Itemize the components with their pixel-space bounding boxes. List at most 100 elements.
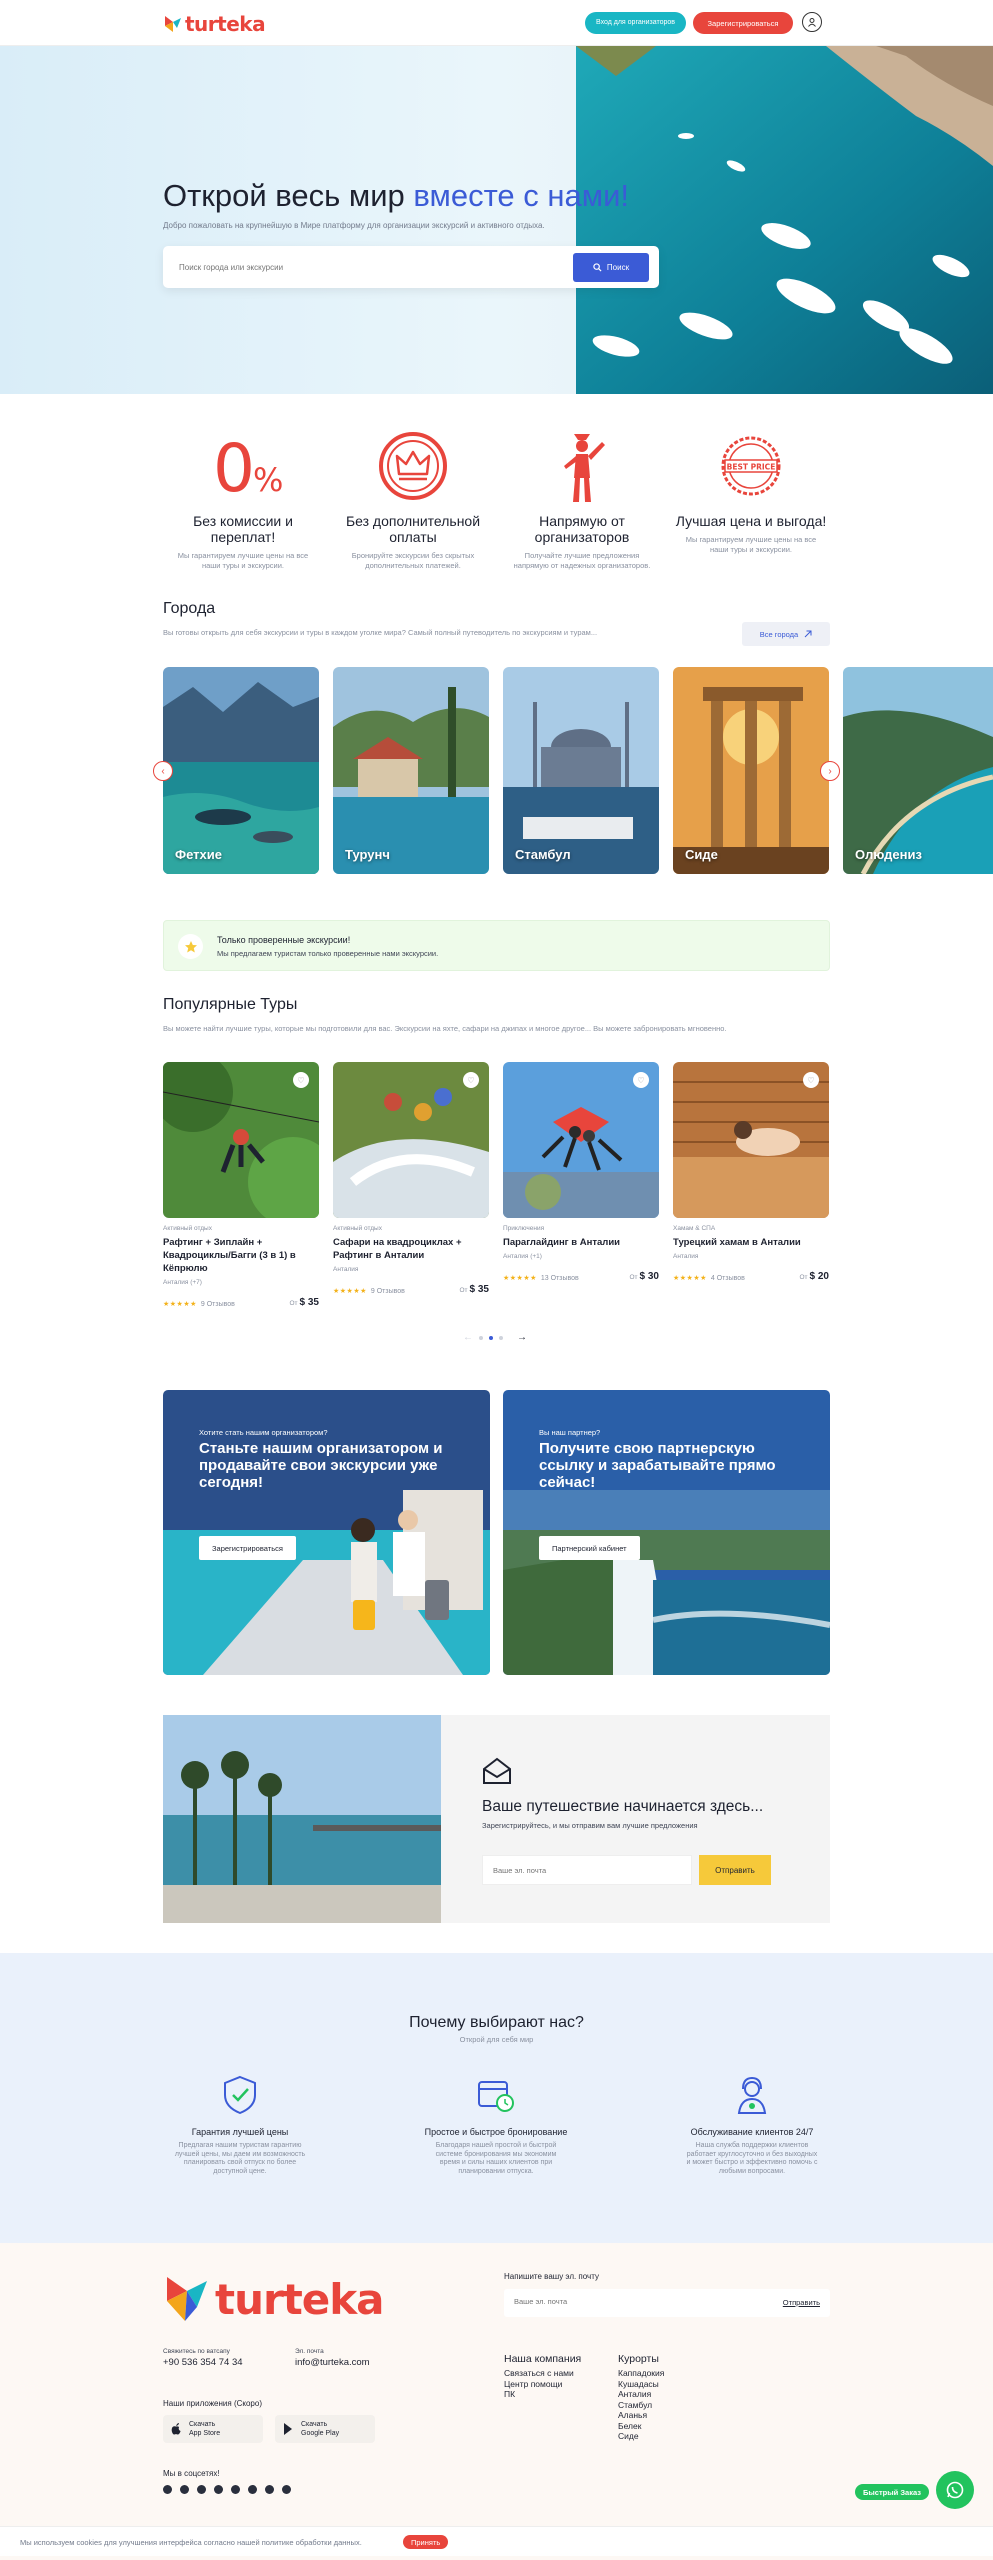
hero-title-accent: вместе с нами! <box>413 178 629 213</box>
search-button[interactable]: Поиск <box>573 253 649 282</box>
city-card-side[interactable]: Сиде <box>673 667 829 874</box>
pager-dot[interactable] <box>499 1335 503 1340</box>
city-card-oludeniz[interactable]: Олюдениз <box>843 667 993 874</box>
tours-title: Популярные Туры <box>163 996 298 1013</box>
tour-price: От $ 20 <box>799 1270 829 1282</box>
whatsapp-float-button[interactable] <box>936 2471 974 2509</box>
promo-organizer: Хотите стать нашим организатором? Станьт… <box>163 1390 490 1675</box>
facebook-icon[interactable] <box>180 2485 189 2494</box>
search-button-label: Поиск <box>606 263 630 272</box>
footer-logo[interactable]: turteka <box>163 2273 385 2325</box>
logo-mark-icon <box>165 16 181 32</box>
footer-email-form: Отправить <box>504 2289 830 2317</box>
tour-location: Анталия (+7) <box>163 1279 202 1286</box>
all-cities-label: Все города <box>759 629 799 639</box>
why-item-best-price: Гарантия лучшей цены Предлагая нашим тур… <box>160 2073 320 2176</box>
tour-price: От $ 30 <box>629 1270 659 1282</box>
partner-cabinet-button[interactable]: Партнерский кабинет <box>539 1536 640 1560</box>
user-account-button[interactable] <box>802 12 822 32</box>
rating-stars-icon: ★★★★★ <box>673 1275 707 1282</box>
instagram-icon[interactable] <box>197 2485 206 2494</box>
newsletter-submit-button[interactable]: Отправить <box>699 1855 771 1885</box>
promo-register-button[interactable]: Зарегистрироваться <box>199 1536 296 1560</box>
hero-coast-image <box>576 46 993 394</box>
company-link[interactable]: Центр помощи <box>504 2379 574 2390</box>
app-store-button[interactable]: Скачать App Store <box>163 2415 263 2443</box>
chevron-left-icon: ‹ <box>161 765 165 777</box>
verified-title: Только проверенные экскурсии! <box>217 935 351 945</box>
tour-image: ♡ <box>333 1062 489 1218</box>
resort-link[interactable]: Стамбул <box>618 2400 664 2411</box>
tour-card[interactable]: ♡ Хамам & СПА Турецкий хамам в Анталии А… <box>673 1062 829 1285</box>
footer-logo-text: turteka <box>215 2274 385 2324</box>
social-label: Мы в соцсетях! <box>163 2469 220 2478</box>
all-cities-button[interactable]: Все города <box>742 622 830 646</box>
why-title: Почему выбирают нас? <box>409 2014 584 2031</box>
city-image <box>673 667 829 874</box>
whatsapp-value[interactable]: +90 536 354 74 34 <box>163 2357 243 2368</box>
vk-icon[interactable] <box>265 2485 274 2494</box>
arrow-left-icon[interactable]: ← <box>463 1332 473 1343</box>
resort-link[interactable]: Сиде <box>618 2431 664 2442</box>
calendar-clock-icon <box>478 2081 514 2112</box>
logo[interactable]: turteka <box>163 12 266 36</box>
city-card-istanbul[interactable]: Стамбул <box>503 667 659 874</box>
feature-title: Напрямую от организаторов <box>534 513 630 545</box>
city-image <box>163 667 319 874</box>
company-link[interactable]: ПК <box>504 2389 574 2400</box>
star-icon <box>184 940 197 952</box>
city-card-turunc[interactable]: Турунч <box>333 667 489 874</box>
favorite-button[interactable]: ♡ <box>293 1072 309 1088</box>
newsletter-section: Ваше путешествие начинается здесь... Зар… <box>163 1715 830 1923</box>
header: turteka Вход для организаторов Зарегистр… <box>0 0 993 46</box>
resort-link[interactable]: Белек <box>618 2421 664 2432</box>
whatsapp-icon[interactable] <box>163 2485 172 2494</box>
resort-link[interactable]: Кушадасы <box>618 2379 664 2390</box>
arrow-right-icon[interactable]: → <box>517 1332 527 1343</box>
tour-card[interactable]: ♡ Активный отдых Сафари на квадроциклах … <box>333 1062 489 1298</box>
cities-prev-button[interactable]: ‹ <box>153 761 173 781</box>
company-link[interactable]: Связаться с нами <box>504 2368 574 2379</box>
telegram-icon[interactable] <box>231 2485 240 2494</box>
register-button[interactable]: Зарегистрироваться <box>693 12 793 34</box>
resorts-links: Каппадокия Кушадасы Анталия Стамбул Алан… <box>618 2368 664 2442</box>
city-card-fethiye[interactable]: Фетхие <box>163 667 319 874</box>
cookie-accept-button[interactable]: Принять <box>403 2535 449 2549</box>
resort-link[interactable]: Каппадокия <box>618 2368 664 2379</box>
organizer-login-button[interactable]: Вход для организаторов <box>585 12 686 34</box>
feature-no-extra-payment: Без дополнительной оплаты Бронируйте экс… <box>333 425 493 571</box>
resort-link[interactable]: Аланья <box>618 2410 664 2421</box>
pager-dot-active[interactable] <box>489 1335 493 1340</box>
favorite-button[interactable]: ♡ <box>803 1072 819 1088</box>
favorite-button[interactable]: ♡ <box>633 1072 649 1088</box>
google-play-button[interactable]: Скачать Google Play <box>275 2415 375 2443</box>
chevron-right-icon: › <box>828 765 832 777</box>
svg-text:BEST PRICE: BEST PRICE <box>727 463 776 472</box>
tiktok-icon[interactable] <box>282 2485 291 2494</box>
cities-next-button[interactable]: › <box>820 761 840 781</box>
email-value[interactable]: info@turteka.com <box>295 2357 370 2368</box>
footer-email-submit[interactable]: Отправить <box>783 2298 820 2307</box>
resort-link[interactable]: Анталия <box>618 2389 664 2400</box>
search-input[interactable] <box>179 258 559 276</box>
youtube-icon[interactable] <box>214 2485 223 2494</box>
newsletter-title: Ваше путешествие начинается здесь... <box>482 1798 764 1815</box>
x-icon[interactable] <box>248 2485 257 2494</box>
whatsapp-label: Свяжитесь по ватсапу <box>163 2348 230 2355</box>
logo-text: turteka <box>185 12 266 36</box>
city-name: Турунч <box>345 847 390 862</box>
tour-image: ♡ <box>163 1062 319 1218</box>
fast-order-button[interactable]: Быстрый Заказ <box>855 2484 929 2500</box>
pager-dot[interactable] <box>479 1335 483 1340</box>
why-section: Почему выбирают нас? Открой для себя мир… <box>0 1953 993 2243</box>
newsletter-email-input[interactable] <box>482 1855 692 1885</box>
tour-card[interactable]: ♡ Активный отдых Рафтинг + Зиплайн + Ква… <box>163 1062 319 1311</box>
city-image <box>503 667 659 874</box>
promo-partner: Вы наш партнер? Получите свою партнерску… <box>503 1390 830 1675</box>
footer-email-input[interactable] <box>514 2297 754 2306</box>
why-item-title: Обслуживание клиентов 24/7 <box>690 2127 814 2137</box>
favorite-button[interactable]: ♡ <box>463 1072 479 1088</box>
tour-card[interactable]: ♡ Приключения Параглайдинг в Анталии Ант… <box>503 1062 659 1285</box>
best-price-icon: BEST PRICE <box>721 436 781 496</box>
rating-stars-icon: ★★★★★ <box>503 1275 537 1282</box>
